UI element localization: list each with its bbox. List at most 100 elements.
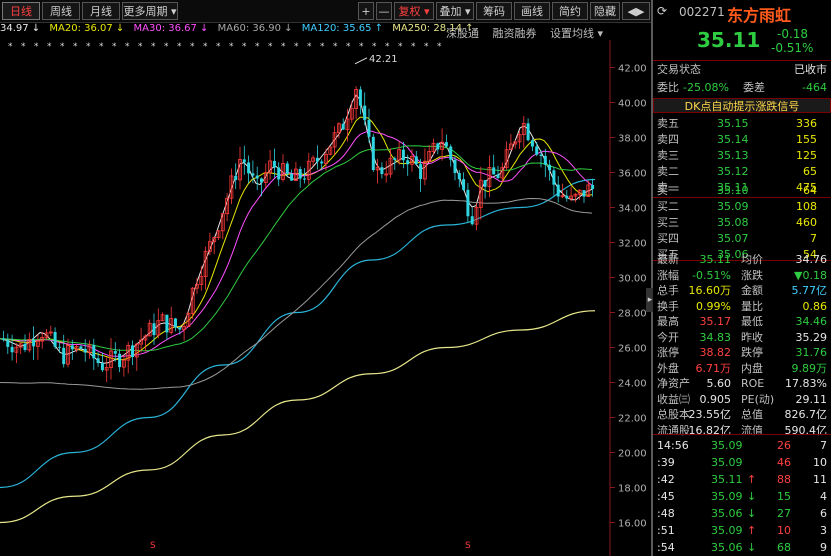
- overlay-button[interactable]: 叠加 ▾: [436, 2, 474, 20]
- event-star-marker: *: [164, 42, 169, 52]
- zoom-in-button[interactable]: +: [358, 2, 374, 20]
- tick-price: 35.06: [711, 541, 743, 554]
- candle-body-down: [565, 195, 569, 199]
- event-star-marker: *: [203, 42, 208, 52]
- tab-monthly[interactable]: 月线: [82, 2, 120, 20]
- stat-label-2: 昨收: [741, 330, 763, 344]
- candle-body-down: [436, 143, 440, 150]
- price-tick-label: 26.00: [618, 344, 647, 355]
- event-star-marker: *: [268, 42, 273, 52]
- shenguantong-link[interactable]: 深股通: [446, 27, 479, 40]
- ma-line-ma60b: [0, 197, 593, 390]
- candle-body-down: [234, 175, 238, 180]
- stat-label-2: 最低: [741, 315, 763, 328]
- event-star-marker: *: [190, 42, 195, 52]
- tick-time: :42: [657, 473, 675, 486]
- stat-label: 换手: [657, 299, 679, 313]
- event-star-marker: *: [151, 42, 156, 52]
- price-tick-label: 18.00: [618, 484, 647, 495]
- tick-row: :48 35.06 ↓ 27 6: [653, 506, 831, 522]
- ask-level-label: 卖二: [657, 165, 679, 178]
- fuquan-button[interactable]: 复权 ▾: [394, 2, 434, 20]
- ask-row: 卖三 35.13 125: [657, 148, 827, 164]
- draw-line-button[interactable]: 画线: [514, 2, 550, 20]
- tab-daily[interactable]: 日线: [2, 2, 40, 20]
- candle-body-down: [535, 146, 539, 155]
- stat-label-2: 量比: [741, 299, 763, 313]
- margin-trading-link[interactable]: 融资融券: [493, 27, 537, 40]
- stat-value-2: 34.46: [795, 315, 828, 328]
- stat-value-2: 29.11: [795, 392, 828, 406]
- tick-time: :45: [657, 490, 675, 503]
- event-star-marker: *: [73, 42, 78, 52]
- set-ma-link[interactable]: 设置均线 ▾: [550, 27, 603, 40]
- stat-row: 涨幅 -0.51% 涨跌 ▼0.18: [657, 268, 827, 284]
- candle-body-down: [556, 184, 560, 197]
- candle-body-down: [255, 175, 259, 179]
- stock-name: 东方雨虹: [727, 6, 792, 25]
- candle-body-down: [371, 136, 375, 170]
- dk-signal-banner[interactable]: DK点自动提示涨跌信号: [653, 98, 831, 113]
- tick-volume: 10: [777, 524, 791, 537]
- ma-line-ma5: [0, 94, 593, 364]
- ask-volume: 125: [796, 149, 817, 162]
- price-tick-label: 22.00: [618, 414, 647, 425]
- event-star-marker: *: [47, 42, 52, 52]
- tick-arrow: ↓: [747, 541, 757, 554]
- candle-body-down: [363, 105, 367, 120]
- tab-more-periods[interactable]: 更多周期 ▾: [122, 2, 178, 20]
- tick-price: 35.11: [711, 473, 743, 486]
- zoom-out-button[interactable]: —: [376, 2, 392, 20]
- bid-level-label: 买三: [657, 216, 679, 229]
- candle-body-down: [2, 338, 5, 340]
- ask-volume: 336: [796, 117, 817, 130]
- period-tab-bar: 日线 周线 月线 更多周期 ▾ + — 复权 ▾ 叠加 ▾ 筹码 画线 简约 隐…: [0, 0, 652, 23]
- ma20-value: MA20: 36.07 ↓: [49, 23, 125, 34]
- stat-label: 最高: [657, 315, 679, 328]
- candle-body-down: [444, 142, 448, 147]
- bid-row: 买四 35.07 7: [657, 231, 827, 247]
- bid-price: 35.08: [717, 216, 749, 229]
- candle-body-down: [483, 180, 487, 187]
- stat-value-2: 31.76: [795, 346, 828, 359]
- weibi-value: -25.08%: [683, 81, 729, 94]
- hide-button[interactable]: 隐藏: [590, 2, 620, 20]
- nav-arrows-button[interactable]: ◀▶: [622, 2, 650, 20]
- tick-row: :54 35.06 ↓ 68 9: [653, 540, 831, 556]
- weicha-value: -464: [802, 81, 827, 94]
- tick-time: 14:56: [657, 439, 689, 452]
- candle-body-down: [453, 159, 457, 174]
- price-tick-label: 32.00: [618, 239, 647, 250]
- price-tick-label: 16.00: [618, 519, 647, 530]
- tick-count: 9: [820, 541, 827, 554]
- event-star-marker: *: [21, 42, 26, 52]
- event-star-marker: *: [255, 42, 260, 52]
- candle-body-down: [548, 164, 552, 171]
- stat-label-2: 涨跌: [741, 268, 763, 282]
- stat-label-2: 金额: [741, 284, 763, 297]
- ask-level-label: 卖四: [657, 133, 679, 146]
- event-star-marker: *: [8, 42, 13, 52]
- tick-count: 7: [820, 439, 827, 452]
- kline-chart[interactable]: * * * * * * * * * * * * * * * * * * * * * * * * * * * * * * * * * * 42.00 4…: [0, 40, 652, 556]
- tick-row: :45 35.09 ↓ 15 4: [653, 489, 831, 505]
- candle-body-down: [466, 189, 470, 217]
- candle-body-down: [303, 178, 306, 180]
- price-pct: -0.51%: [771, 41, 814, 55]
- refresh-icon[interactable]: ⟳: [657, 4, 667, 18]
- stat-row: 今开 34.83 昨收 35.29: [657, 330, 827, 346]
- event-star-marker: *: [99, 42, 104, 52]
- simple-button[interactable]: 简约: [552, 2, 588, 20]
- stat-label-2: 流值: [741, 423, 763, 437]
- stat-label-2: ROE: [741, 377, 765, 390]
- tab-weekly[interactable]: 周线: [42, 2, 80, 20]
- event-star-marker: *: [125, 42, 130, 52]
- divider: [653, 434, 831, 435]
- candle-body-down: [83, 348, 87, 353]
- candle-body-down: [10, 346, 14, 353]
- chips-button[interactable]: 筹码: [476, 2, 512, 20]
- tick-row: :51 35.09 ↑ 10 3: [653, 523, 831, 539]
- stat-label-2: 跌停: [741, 346, 763, 359]
- stat-value-2: 0.86: [802, 299, 828, 313]
- tick-price: 35.06: [711, 507, 743, 520]
